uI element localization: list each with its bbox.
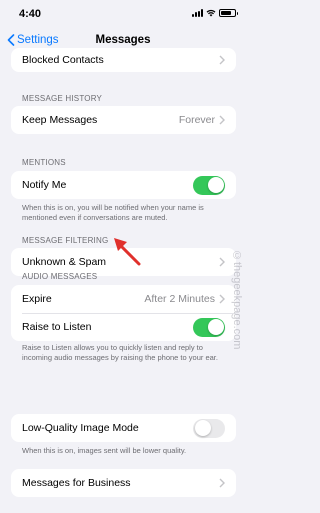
raise-footer: Raise to Listen allows you to quickly li…: [22, 343, 218, 362]
unknown-spam-label: Unknown & Spam: [22, 256, 107, 268]
chevron-right-icon: [219, 478, 225, 488]
expire-row[interactable]: Expire After 2 Minutes: [11, 285, 236, 313]
history-group: Keep Messages Forever: [11, 106, 236, 134]
low-quality-label: Low-Quality Image Mode: [22, 422, 139, 434]
header-mentions: MENTIONS: [22, 158, 66, 167]
blocked-group: Blocked Contacts: [11, 48, 236, 72]
business-group: Messages for Business: [11, 469, 236, 497]
header-message-history: MESSAGE HISTORY: [22, 94, 103, 103]
keep-messages-value: Forever: [178, 114, 215, 126]
raise-to-listen-toggle[interactable]: [193, 317, 225, 337]
page-title: Messages: [95, 34, 151, 46]
header-message-filtering: MESSAGE FILTERING: [22, 236, 109, 245]
low-quality-group: Low-Quality Image Mode: [11, 414, 236, 442]
chevron-right-icon: [219, 257, 225, 267]
status-icons: [192, 9, 238, 17]
status-bar: 4:40: [0, 0, 246, 28]
toggle-knob: [207, 319, 224, 335]
messages-for-business-label: Messages for Business: [22, 477, 131, 489]
notify-me-row: Notify Me: [11, 171, 236, 199]
keep-messages-row[interactable]: Keep Messages Forever: [11, 106, 236, 134]
blocked-contacts-row[interactable]: Blocked Contacts: [11, 48, 236, 72]
low-quality-toggle[interactable]: [193, 418, 225, 438]
raise-to-listen-row: Raise to Listen: [11, 313, 236, 341]
notify-me-label: Notify Me: [22, 179, 67, 191]
keep-messages-label: Keep Messages: [22, 114, 98, 126]
expire-label: Expire: [22, 293, 52, 305]
expire-value: After 2 Minutes: [144, 293, 215, 305]
chevron-right-icon: [219, 55, 225, 65]
notify-footer: When this is on, you will be notified wh…: [22, 203, 204, 222]
notify-me-toggle[interactable]: [193, 175, 225, 195]
battery-icon: [219, 9, 238, 17]
raise-to-listen-label: Raise to Listen: [22, 321, 92, 333]
status-time: 4:40: [19, 8, 42, 20]
low-quality-footer: When this is on, images sent will be low…: [22, 446, 187, 455]
low-quality-row: Low-Quality Image Mode: [11, 414, 236, 442]
blocked-contacts-label: Blocked Contacts: [22, 54, 104, 66]
chevron-right-icon: [219, 294, 225, 304]
messages-for-business-row[interactable]: Messages for Business: [11, 469, 236, 497]
wifi-icon: [206, 9, 216, 17]
annotation-arrow-icon: [114, 238, 141, 266]
header-audio-messages: AUDIO MESSAGES: [22, 272, 98, 281]
watermark: ©thegeekpage.com: [231, 250, 243, 350]
signal-icon: [192, 9, 203, 17]
toggle-knob: [194, 420, 211, 436]
mentions-group: Notify Me: [11, 171, 236, 199]
audio-group: Expire After 2 Minutes Raise to Listen: [11, 285, 236, 341]
chevron-right-icon: [219, 115, 225, 125]
toggle-knob: [207, 177, 224, 193]
